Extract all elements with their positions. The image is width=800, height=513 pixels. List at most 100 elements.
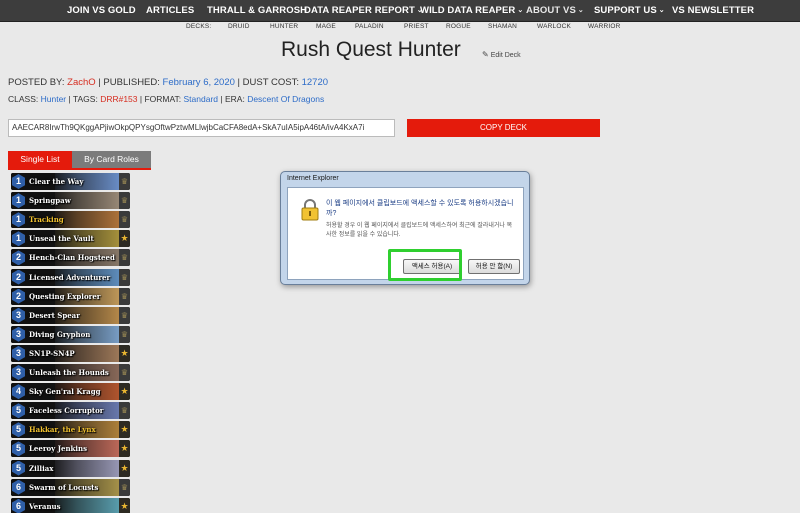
era-label: | ERA: <box>220 94 245 104</box>
card-name: Diving Gryphon <box>29 329 91 339</box>
card-name: Hench-Clan Hogsteed <box>29 253 115 263</box>
class-sub-navigation: DECKS: DRUID HUNTER MAGE PALADIN PRIEST … <box>0 22 800 35</box>
card-name: Leeroy Jenkins <box>29 444 88 454</box>
card-row[interactable]: 2 Licensed Adventurer ♛ <box>11 268 130 286</box>
page-title: Rush Quest Hunter <box>281 38 461 61</box>
nav-data-reaper-report[interactable]: DATA REAPER REPORT ⌄ <box>304 0 423 22</box>
nav-articles[interactable]: ARTICLES <box>146 0 194 22</box>
legendary-star-icon: ★ <box>119 497 130 513</box>
tab-underline <box>8 168 151 170</box>
chevron-down-icon: ⌄ <box>517 7 524 14</box>
allow-button-highlight <box>388 249 462 281</box>
chevron-down-icon: ⌄ <box>577 7 584 14</box>
nav-vs-newsletter[interactable]: VS NEWSLETTER <box>672 0 754 22</box>
nav-about-vs-label: ABOUT VS <box>526 5 576 16</box>
legendary-star-icon: ★ <box>119 230 130 248</box>
subnav-rogue[interactable]: ROGUE <box>446 23 471 30</box>
crown-icon: ♛ <box>119 211 130 229</box>
tab-by-card-roles[interactable]: By Card Roles <box>72 151 151 168</box>
crown-icon: ♛ <box>119 173 130 190</box>
nav-about-vs[interactable]: ABOUT VS ⌄ <box>526 0 584 22</box>
crown-icon: ♛ <box>119 192 130 210</box>
author-link[interactable]: ZachO <box>67 77 96 88</box>
subnav-priest[interactable]: PRIEST <box>404 23 429 30</box>
crown-icon: ♛ <box>119 268 130 286</box>
format-link[interactable]: Standard <box>184 94 219 104</box>
card-name: Questing Explorer <box>29 291 101 301</box>
crown-icon: ♛ <box>119 364 130 381</box>
subnav-decks-label: DECKS: <box>186 23 212 30</box>
dialog-description: 허용할 경우 이 웹 페이지에서 클립보드에 액세스하여 최근에 잘라내거나 복… <box>326 223 513 238</box>
card-row[interactable]: 6 Veranus ★ <box>11 497 130 513</box>
card-row[interactable]: 5 Hakkar, the Lynx ★ <box>11 421 130 439</box>
deck-code-field[interactable]: AAECAR8IrwTh9QKggAPjiwOkpQPYsgOftwPztwML… <box>8 119 395 137</box>
copy-deck-button[interactable]: COPY DECK <box>407 119 600 137</box>
card-art-fade <box>11 211 121 229</box>
nav-wild-data-reaper[interactable]: WILD DATA REAPER ⌄ <box>420 0 523 22</box>
class-link[interactable]: Hunter <box>41 94 67 104</box>
subnav-shaman[interactable]: SHAMAN <box>488 23 517 30</box>
card-row[interactable]: 3 SN1P-SN4P ★ <box>11 344 130 362</box>
card-name: SN1P-SN4P <box>29 348 75 358</box>
card-row[interactable]: 3 Diving Gryphon ♛ <box>11 325 130 343</box>
crown-icon: ♛ <box>119 402 130 420</box>
card-name: Licensed Adventurer <box>29 272 111 282</box>
security-lock-icon <box>301 199 319 221</box>
chevron-down-icon: ⌄ <box>658 7 665 14</box>
card-row[interactable]: 5 Zilliax ★ <box>11 459 130 477</box>
card-row[interactable]: 3 Unleash the Hounds ♛ <box>11 364 130 381</box>
card-row[interactable]: 1 Springpaw ♛ <box>11 192 130 210</box>
card-name: Veranus <box>29 501 61 511</box>
crown-icon: ♛ <box>119 306 130 324</box>
card-row[interactable]: 2 Questing Explorer ♛ <box>11 287 130 305</box>
legendary-star-icon: ★ <box>119 383 130 401</box>
dialog-title: Internet Explorer <box>287 175 339 182</box>
card-name: Swarm of Locusts <box>29 482 99 492</box>
deck-meta-line-2: CLASS: Hunter | TAGS: DRR#153 | FORMAT: … <box>8 94 324 104</box>
legendary-star-icon: ★ <box>119 344 130 362</box>
pencil-icon: ✎ <box>482 50 489 59</box>
nav-thrall-garrosh[interactable]: THRALL & GARROSH <box>207 0 307 22</box>
tab-single-list[interactable]: Single List <box>8 151 72 168</box>
card-name: Springpaw <box>29 196 71 206</box>
dust-cost-value[interactable]: 12720 <box>302 77 328 88</box>
edit-deck-link[interactable]: ✎ Edit Deck <box>482 50 521 59</box>
tag-link[interactable]: DRR#153 <box>100 94 137 104</box>
legendary-star-icon: ★ <box>119 421 130 439</box>
card-row[interactable]: 4 Sky Gen'ral Kragg ★ <box>11 383 130 401</box>
subnav-mage[interactable]: MAGE <box>316 23 336 30</box>
card-row[interactable]: 5 Leeroy Jenkins ★ <box>11 440 130 458</box>
crown-icon: ♛ <box>119 287 130 305</box>
card-name: Clear the Way <box>29 177 84 186</box>
subnav-druid[interactable]: DRUID <box>228 23 250 30</box>
subnav-paladin[interactable]: PALADIN <box>355 23 384 30</box>
card-row[interactable]: 3 Desert Spear ♛ <box>11 306 130 324</box>
subnav-warrior[interactable]: WARRIOR <box>588 23 621 30</box>
era-link[interactable]: Descent Of Dragons <box>247 94 324 104</box>
subnav-warlock[interactable]: WARLOCK <box>537 23 571 30</box>
deck-meta-line-1: POSTED BY: ZachO | PUBLISHED: February 6… <box>8 77 328 88</box>
card-row[interactable]: 6 Swarm of Locusts ♛ <box>11 478 130 496</box>
class-label: CLASS: <box>8 94 39 104</box>
card-name: Tracking <box>29 215 64 225</box>
crown-icon: ♛ <box>119 325 130 343</box>
card-row[interactable]: 2 Hench-Clan Hogsteed ♛ <box>11 249 130 267</box>
published-label: | PUBLISHED: <box>98 77 160 88</box>
nav-data-reaper-report-label: DATA REAPER REPORT <box>304 5 415 16</box>
card-name: Zilliax <box>29 463 54 473</box>
card-art-fade <box>11 497 121 513</box>
card-row[interactable]: 1 Unseal the Vault ★ <box>11 230 130 248</box>
legendary-star-icon: ★ <box>119 459 130 477</box>
published-date-link[interactable]: February 6, 2020 <box>163 77 235 88</box>
subnav-hunter[interactable]: HUNTER <box>270 23 298 30</box>
card-row[interactable]: 1 Clear the Way ♛ <box>11 173 130 190</box>
card-row[interactable]: 5 Faceless Corruptor ♛ <box>11 402 130 420</box>
format-label: | FORMAT: <box>139 94 182 104</box>
card-row[interactable]: 1 Tracking ♛ <box>11 211 130 229</box>
nav-join-vs-gold[interactable]: JOIN VS GOLD <box>67 0 136 22</box>
edit-deck-label: Edit Deck <box>490 52 521 59</box>
nav-support-us[interactable]: SUPPORT US ⌄ <box>594 0 665 22</box>
nav-support-us-label: SUPPORT US <box>594 5 657 16</box>
deny-access-button[interactable]: 허용 안 함(N) <box>468 259 520 274</box>
crown-icon: ♛ <box>119 478 130 496</box>
